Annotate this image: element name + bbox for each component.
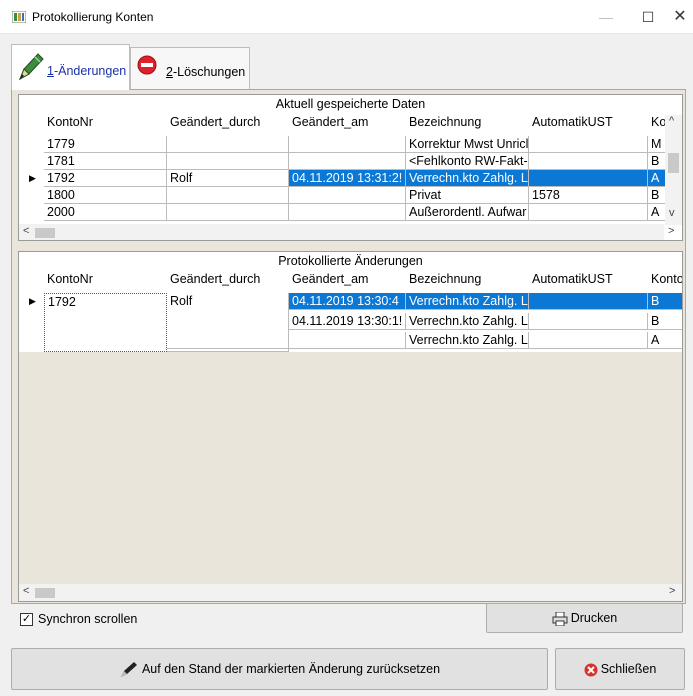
app-icon [12,11,26,23]
tab-loeschungen-label: 2-Löschungen [166,65,246,79]
column-header[interactable]: AutomatikUST [532,115,613,129]
current-row-indicator-icon: ▶ [29,296,36,306]
cell-bezeichnung[interactable]: Außerordentl. Aufwar [406,204,529,221]
cell-automatikust[interactable] [529,332,648,349]
column-header[interactable]: Bezeichnung [409,115,481,129]
cell-automatikust[interactable] [529,204,648,221]
cell-bezeichnung[interactable]: Verrechn.kto Zahlg. L [406,293,529,310]
no-entry-icon [137,55,157,75]
print-button-label: Drucken [570,611,618,625]
scroll-thumb[interactable] [668,153,679,173]
tab-aenderungen[interactable]: 1-Änderungen [11,44,130,90]
cell-konto[interactable]: B [648,293,682,310]
column-header[interactable]: KontoNr [47,115,93,129]
cell-konto[interactable]: A [648,332,682,349]
cell-automatikust[interactable] [529,136,648,153]
pencil-icon [120,661,137,677]
reset-to-change-button[interactable]: Auf den Stand der markierten Änderung zu… [11,648,548,690]
checkbox-box[interactable]: ✓ [20,613,33,626]
cell-bezeichnung[interactable]: Korrektur Mwst Unricl [406,136,529,153]
scroll-thumb[interactable] [35,228,55,238]
cell-geaendert-am[interactable] [289,204,406,221]
cell-bezeichnung[interactable]: Verrechn.kto Zahlg. L [406,313,529,330]
logged-changes-grid[interactable]: Protokollierte Änderungen KontoNr Geände… [18,251,683,602]
scroll-thumb[interactable] [35,588,55,598]
table-row[interactable]: ▶ 1792 Rolf 04.11.2019 13:31:2! Verrechn… [19,170,679,187]
tab-loeschungen[interactable]: 2-Löschungen [130,47,250,89]
cell-geaendert-am[interactable]: 04.11.2019 13:31:2! [289,170,406,187]
grid-title: Protokollierte Änderungen [278,254,423,268]
scroll-down-icon[interactable]: v [669,207,675,219]
scroll-left-icon[interactable]: < [23,225,29,237]
table-row[interactable]: ▶ 1792 Rolf 04.11.2019 13:30:4 Verrechn.… [19,293,682,352]
cell-geaendert-durch[interactable]: Rolf [167,170,289,187]
column-header[interactable]: Konto [651,272,682,286]
horizontal-scrollbar[interactable]: < > [19,584,682,601]
column-header[interactable]: Geändert_am [292,272,368,286]
cell-geaendert-durch[interactable] [167,187,289,204]
cell-geaendert-durch[interactable] [167,332,289,349]
scroll-right-icon[interactable]: > [668,225,674,237]
column-header[interactable]: Geändert_durch [170,115,260,129]
close-button[interactable]: Schließen [555,648,685,690]
table-row[interactable]: 1779 Korrektur Mwst Unricl M [19,136,679,153]
grid-title: Aktuell gespeicherte Daten [275,97,426,111]
cell-automatikust[interactable] [529,170,648,187]
cell-kontonr[interactable]: 1779 [44,136,167,153]
horizontal-scrollbar[interactable]: < > [19,224,674,240]
close-window-button[interactable]: ✕ [660,0,693,34]
cell-kontonr[interactable]: 1792 [44,170,167,187]
tab-aenderungen-label: 1-Änderungen [47,64,127,78]
reset-button-label: Auf den Stand der markierten Änderung zu… [141,662,441,676]
printer-icon [552,611,568,626]
sync-scroll-label: Synchron scrollen [38,612,138,626]
cell-automatikust[interactable]: 1578 [529,187,648,204]
column-header[interactable]: Geändert_durch [170,272,260,286]
current-data-grid[interactable]: Aktuell gespeicherte Daten KontoNr Geänd… [18,94,683,241]
table-row[interactable]: Verrechn.kto Zahlg. L A [19,332,682,349]
cell-geaendert-durch[interactable] [167,153,289,170]
cell-bezeichnung[interactable]: Verrechn.kto Zahlg. L [406,332,529,349]
cell-bezeichnung[interactable]: Verrechn.kto Zahlg. L [406,170,529,187]
cell-geaendert-am[interactable]: 04.11.2019 13:30:1! [289,313,406,330]
table-row[interactable]: 2000 Außerordentl. Aufwar A [19,204,679,221]
cell-geaendert-am[interactable] [289,332,406,349]
column-header[interactable]: Geändert_am [292,115,368,129]
cell-kontonr[interactable]: 2000 [44,204,167,221]
cell-geaendert-am[interactable] [289,187,406,204]
cell-geaendert-durch[interactable] [167,204,289,221]
minimize-button[interactable]: — [586,0,626,34]
vertical-scrollbar[interactable]: ^ v [665,115,682,225]
close-circle-icon [584,663,598,677]
column-header[interactable]: Bezeichnung [409,272,481,286]
print-button[interactable]: Drucken [486,603,683,633]
cell-kontonr[interactable]: 1781 [44,153,167,170]
table-row[interactable]: 04.11.2019 13:30:1! Verrechn.kto Zahlg. … [19,313,682,330]
column-header[interactable]: KontoNr [47,272,93,286]
cell-bezeichnung[interactable]: Privat [406,187,529,204]
cell-geaendert-am[interactable] [289,136,406,153]
cell-bezeichnung[interactable]: <Fehlkonto RW-Fakt- [406,153,529,170]
cell-geaendert-am[interactable]: 04.11.2019 13:30:4 [289,293,406,310]
close-button-label: Schließen [600,662,657,676]
pencil-icon [19,53,44,81]
scroll-left-icon[interactable]: < [23,585,29,597]
cell-automatikust[interactable] [529,313,648,330]
scroll-right-icon[interactable]: > [669,585,675,597]
table-row[interactable]: 1781 <Fehlkonto RW-Fakt- B [19,153,679,170]
cell-konto[interactable]: B [648,313,682,330]
window-title: Protokollierung Konten [32,10,154,24]
scroll-up-icon[interactable]: ^ [669,115,674,127]
cell-automatikust[interactable] [529,293,648,310]
cell-geaendert-am[interactable] [289,153,406,170]
table-row[interactable]: 1800 Privat 1578 B [19,187,679,204]
cell-kontonr[interactable]: 1800 [44,187,167,204]
cell-automatikust[interactable] [529,153,648,170]
column-header[interactable]: AutomatikUST [532,272,613,286]
title-bar: Protokollierung Konten — ☐ ✕ [0,0,693,34]
current-row-indicator-icon: ▶ [29,173,36,183]
cell-geaendert-durch[interactable] [167,136,289,153]
